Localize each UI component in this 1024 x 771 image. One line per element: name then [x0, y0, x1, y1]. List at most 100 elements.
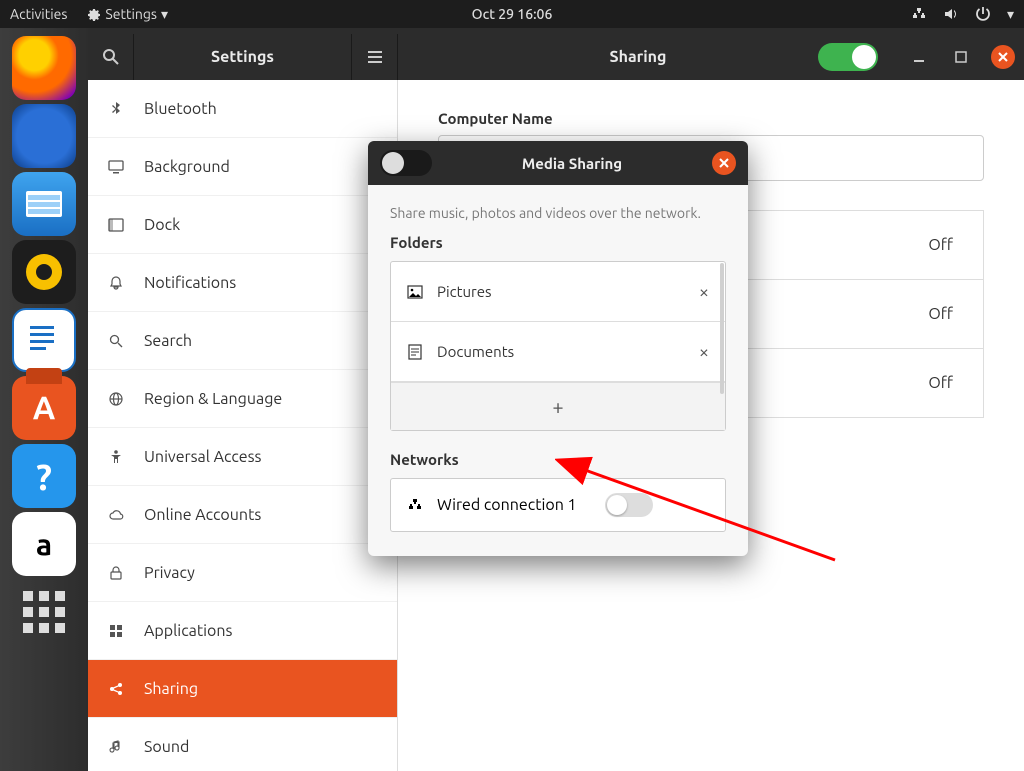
chevron-down-icon: ▾: [161, 6, 168, 23]
sidebar-item-sound[interactable]: Sound: [88, 718, 397, 771]
row-value: Off: [928, 236, 953, 254]
dialog-close-button[interactable]: [712, 151, 736, 175]
dock-ubuntu-software[interactable]: A: [12, 376, 76, 440]
minimize-button[interactable]: [898, 34, 940, 80]
hamburger-icon: [365, 47, 385, 67]
search-icon: [108, 333, 124, 349]
network-wired-icon: [407, 497, 423, 513]
add-folder-button[interactable]: +: [391, 382, 725, 430]
dock-libreoffice-writer[interactable]: [12, 308, 76, 372]
ubuntu-dock: A ? a: [0, 28, 88, 771]
row-value: Off: [928, 374, 953, 392]
dock-amazon[interactable]: a: [12, 512, 76, 576]
computer-name-label: Computer Name: [438, 110, 984, 127]
sidebar-item-notifications[interactable]: Notifications: [88, 254, 397, 312]
sidebar-item-label: Privacy: [144, 564, 195, 582]
networks-heading: Networks: [390, 451, 726, 468]
dialog-description: Share music, photos and videos over the …: [390, 203, 726, 224]
settings-title: Settings: [134, 34, 351, 80]
lock-icon: [108, 565, 124, 581]
sidebar-item-sharing[interactable]: Sharing: [88, 660, 397, 718]
share-icon: [108, 681, 124, 697]
content-title: Sharing: [398, 48, 818, 66]
power-icon: [975, 6, 991, 22]
gnome-top-panel: Activities Settings ▾ Oct 29 16:06 ▾: [0, 0, 1024, 28]
folders-heading: Folders: [390, 234, 726, 251]
remove-folder-button[interactable]: ×: [699, 282, 709, 302]
sidebar-item-bluetooth[interactable]: Bluetooth: [88, 80, 397, 138]
document-icon: [407, 344, 423, 360]
sidebar-item-label: Notifications: [144, 274, 236, 292]
folders-list: Pictures × Documents × +: [390, 261, 726, 431]
sidebar-item-label: Background: [144, 158, 230, 176]
network-wired-icon: [911, 6, 927, 22]
image-icon: [407, 284, 423, 300]
dock-thunderbird[interactable]: [12, 104, 76, 168]
gear-icon: [85, 6, 101, 22]
app-menu-label: Settings: [105, 6, 157, 22]
folder-name: Pictures: [437, 283, 492, 300]
system-tray[interactable]: ▾: [911, 6, 1014, 23]
sidebar-item-applications[interactable]: Applications: [88, 602, 397, 660]
accessibility-icon: [108, 449, 124, 465]
cloud-icon: [108, 507, 124, 523]
dock-firefox[interactable]: [12, 36, 76, 100]
sidebar-item-label: Universal Access: [144, 448, 262, 466]
sidebar-item-label: Sound: [144, 738, 189, 756]
folder-row-documents[interactable]: Documents ×: [391, 322, 725, 382]
dock-icon: [108, 217, 124, 233]
maximize-button[interactable]: [940, 34, 982, 80]
sidebar-item-privacy[interactable]: Privacy: [88, 544, 397, 602]
dialog-title: Media Sharing: [432, 155, 712, 172]
sidebar-item-label: Search: [144, 332, 192, 350]
volume-icon: [943, 6, 959, 22]
maximize-icon: [954, 50, 968, 64]
network-row: Wired connection 1: [390, 478, 726, 532]
network-toggle[interactable]: [605, 493, 653, 517]
sidebar-item-universal[interactable]: Universal Access: [88, 428, 397, 486]
sidebar-item-label: Region & Language: [144, 390, 282, 408]
dock-show-apps[interactable]: [12, 580, 76, 644]
dock-rhythmbox[interactable]: [12, 240, 76, 304]
search-icon: [101, 47, 121, 67]
bluetooth-icon: [108, 101, 124, 117]
dialog-headerbar: Media Sharing: [368, 141, 748, 185]
sidebar-item-online[interactable]: Online Accounts: [88, 486, 397, 544]
dock-help[interactable]: ?: [12, 444, 76, 508]
hamburger-button[interactable]: [351, 34, 397, 80]
settings-headerbar: Settings Sharing: [88, 34, 1024, 80]
sidebar-item-label: Sharing: [144, 680, 198, 698]
display-icon: [108, 159, 124, 175]
bell-icon: [108, 275, 124, 291]
chevron-down-icon: ▾: [1007, 6, 1014, 23]
row-value: Off: [928, 305, 953, 323]
sidebar-item-region[interactable]: Region & Language: [88, 370, 397, 428]
sidebar-item-search[interactable]: Search: [88, 312, 397, 370]
dock-files[interactable]: [12, 172, 76, 236]
settings-sidebar: Bluetooth Background Dock Notifications …: [88, 80, 398, 771]
clock[interactable]: Oct 29 16:06: [472, 6, 553, 22]
apps-grid-icon: [108, 623, 124, 639]
close-icon: [997, 51, 1009, 63]
sharing-master-toggle[interactable]: [818, 43, 878, 71]
remove-folder-button[interactable]: ×: [699, 342, 709, 362]
close-icon: [718, 157, 730, 169]
media-sharing-toggle[interactable]: [380, 150, 432, 176]
app-menu[interactable]: Settings ▾: [85, 6, 168, 23]
folder-row-pictures[interactable]: Pictures ×: [391, 262, 725, 322]
sidebar-item-label: Applications: [144, 622, 232, 640]
sidebar-item-label: Bluetooth: [144, 100, 217, 118]
music-note-icon: [108, 739, 124, 755]
search-button[interactable]: [88, 34, 134, 80]
network-name: Wired connection 1: [437, 496, 577, 514]
sidebar-item-background[interactable]: Background: [88, 138, 397, 196]
activities-button[interactable]: Activities: [10, 6, 67, 22]
close-button[interactable]: [982, 34, 1024, 80]
media-sharing-dialog: Media Sharing Share music, photos and vi…: [368, 141, 748, 556]
globe-icon: [108, 391, 124, 407]
sidebar-item-dock[interactable]: Dock: [88, 196, 397, 254]
plus-icon: +: [552, 395, 563, 418]
sidebar-item-label: Online Accounts: [144, 506, 261, 524]
folder-name: Documents: [437, 343, 514, 360]
sidebar-item-label: Dock: [144, 216, 180, 234]
